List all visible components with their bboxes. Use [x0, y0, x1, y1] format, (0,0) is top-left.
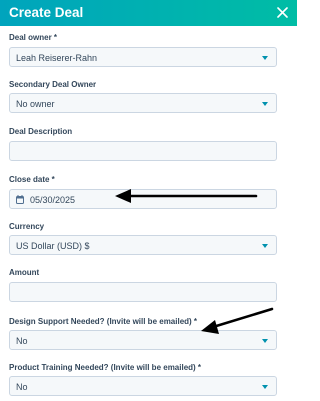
arrow-icon: [115, 189, 258, 203]
annotation-arrows: [115, 189, 274, 334]
arrow-icon: [201, 307, 274, 334]
